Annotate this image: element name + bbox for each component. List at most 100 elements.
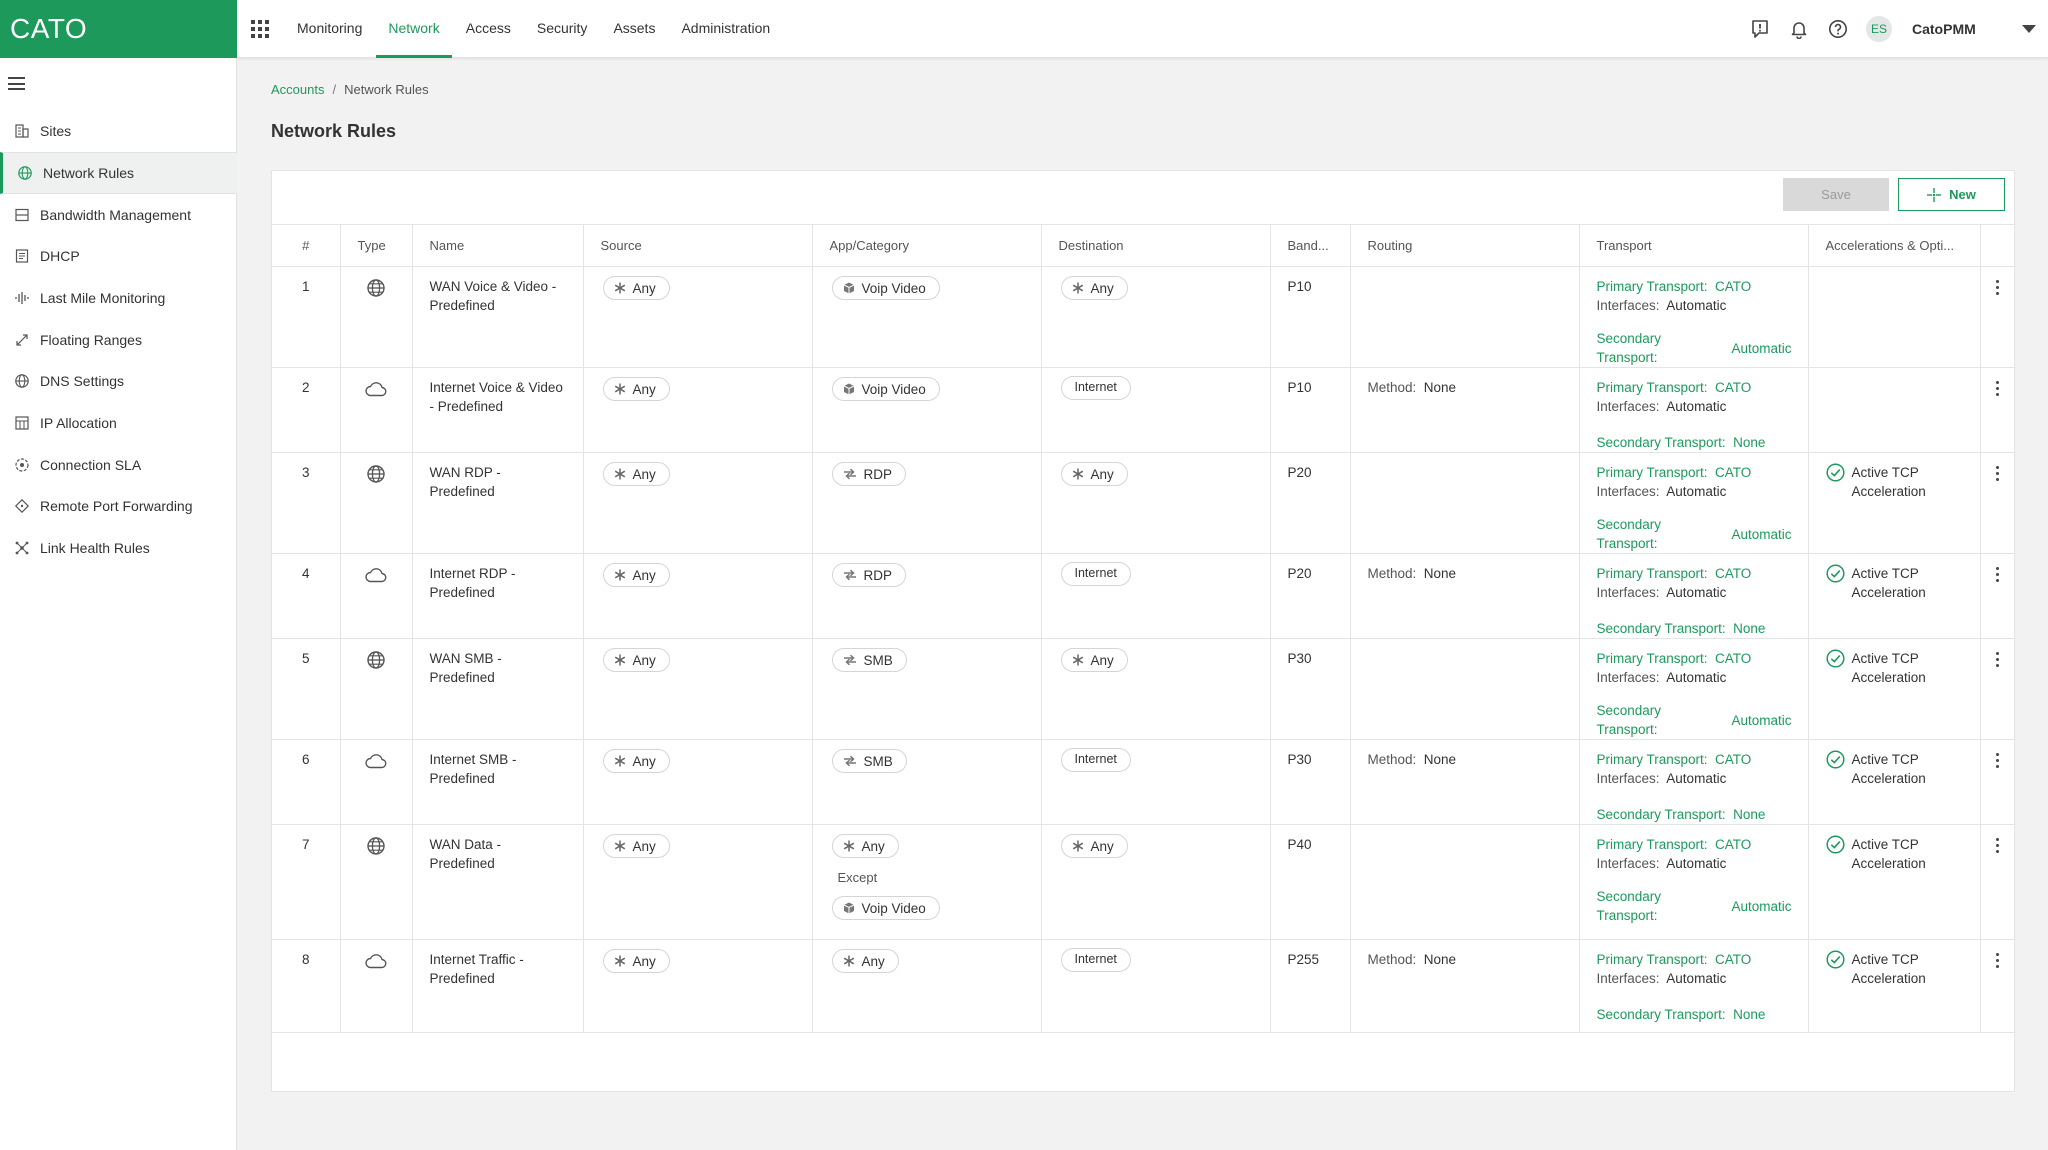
column-header[interactable]: Type [340,224,413,267]
column-header[interactable]: Band... [1270,224,1351,267]
sidebar-item-remote-port-forwarding[interactable]: Remote Port Forwarding [0,486,237,528]
breadcrumb-accounts-link[interactable]: Accounts [271,82,324,97]
sidebar-item-connection-sla[interactable]: Connection SLA [0,444,237,486]
kebab-menu-icon[interactable] [1981,753,2015,771]
source-chip[interactable]: Any [602,377,670,401]
alert-icon[interactable] [1749,18,1771,40]
interfaces-label: Interfaces: [1596,484,1660,499]
sidebar-item-network-rules[interactable]: Network Rules [0,151,237,194]
source-chip[interactable]: Any [602,834,670,858]
destination-chip[interactable]: Any [1060,834,1128,858]
kebab-menu-icon[interactable] [1981,567,2015,585]
nav-tab-monitoring[interactable]: Monitoring [285,0,374,58]
table-row[interactable]: 1 WAN Voice & Video - Predefined Any Voip Vi… [272,266,2015,368]
app-chip[interactable]: SMB [831,749,907,773]
sidebar-item-sites[interactable]: Sites [0,110,237,152]
nav-tab-administration[interactable]: Administration [669,0,782,58]
kebab-menu-icon[interactable] [1981,953,2015,971]
source-chip[interactable]: Any [602,648,670,672]
app-chip[interactable]: Any [831,834,899,858]
rule-name-cell[interactable]: WAN SMB - Predefined [412,638,584,740]
column-header[interactable]: App/Category [812,224,1042,267]
source-chip[interactable]: Any [602,276,670,300]
sidebar-item-label: Network Rules [43,164,135,181]
kebab-menu-icon[interactable] [1981,652,2015,670]
routing-method-value: None [1423,380,1457,395]
table-row[interactable]: 2 Internet Voice & Video - Predefined Any Vo… [272,367,2015,453]
destination-chip[interactable]: Internet [1060,561,1131,586]
rule-name-cell[interactable]: Internet Voice & Video - Predefined [412,367,584,453]
table-row[interactable]: 3 WAN RDP - Predefined Any RDP Any P20 Primary … [272,452,2015,554]
nav-tab-access[interactable]: Access [454,0,523,58]
destination-chip[interactable]: Any [1060,276,1128,300]
destination-chip[interactable]: Internet [1060,947,1131,972]
sidebar-item-last-mile-monitoring[interactable]: Last Mile Monitoring [0,277,237,319]
routing-cell [1350,638,1580,740]
rule-name-cell[interactable]: WAN Data - Predefined [412,824,584,940]
destination-chip[interactable]: Any [1060,648,1128,672]
avatar[interactable]: ES [1866,16,1892,42]
source-chip[interactable]: Any [602,949,670,973]
sidebar-item-link-health-rules[interactable]: Link Health Rules [0,527,237,569]
kebab-menu-icon[interactable] [1981,280,2015,298]
account-name[interactable]: CatoPMM [1912,21,2022,37]
source-chip[interactable]: Any [602,563,670,587]
rule-name-cell[interactable]: Internet SMB - Predefined [412,739,584,825]
sidebar-item-dns-settings[interactable]: DNS Settings [0,360,237,402]
rule-name-line-1: WAN RDP - [429,465,501,480]
app-chip[interactable]: Voip Video [831,377,940,401]
source-cell: Any [583,939,813,1033]
kebab-menu-icon[interactable] [1981,838,2015,856]
globe-icon [366,650,386,670]
sidebar-item-floating-ranges[interactable]: Floating Ranges [0,319,237,361]
destination-chip[interactable]: Internet [1060,747,1131,772]
table-row[interactable]: 7 WAN Data - Predefined Any Any Except Voip Vi… [272,824,2015,940]
app-chip[interactable]: RDP [831,462,907,486]
column-header[interactable]: # [272,224,341,267]
table-row[interactable]: 8 Internet Traffic - Predefined Any Any Inter… [272,939,2015,1033]
source-chip[interactable]: Any [602,749,670,773]
app-except-chip[interactable]: Voip Video [831,896,940,920]
nav-tab-network[interactable]: Network [376,0,452,58]
rule-name-cell[interactable]: Internet RDP - Predefined [412,553,584,639]
table-row[interactable]: 6 Internet SMB - Predefined Any SMB Internet P… [272,739,2015,825]
column-header[interactable]: Destination [1041,224,1271,267]
app-chip[interactable]: Voip Video [831,276,940,300]
nav-tab-security[interactable]: Security [525,0,600,58]
help-icon[interactable] [1827,18,1849,40]
bell-icon[interactable] [1788,18,1810,40]
secondary-transport-value: None [1733,807,1766,822]
rule-name-cell[interactable]: WAN RDP - Predefined [412,452,584,554]
destination-chip[interactable]: Internet [1060,375,1131,400]
new-rule-button[interactable]: New [1898,178,2005,211]
column-header[interactable]: Source [583,224,813,267]
sidebar-item-bandwidth-management[interactable]: Bandwidth Management [0,194,237,236]
routing-method-value: None [1423,752,1457,767]
column-header[interactable]: Transport [1579,224,1809,267]
cato-logo[interactable]: CATO [0,0,237,58]
sidebar-item-ip-allocation[interactable]: IP Allocation [0,402,237,444]
chevron-down-icon[interactable] [2022,25,2036,33]
app-chip[interactable]: Any [831,949,899,973]
kebab-menu-icon[interactable] [1981,466,2015,484]
source-chip[interactable]: Any [602,462,670,486]
chip-label: SMB [863,753,893,769]
table-row[interactable]: 5 WAN SMB - Predefined Any SMB Any P30 Primary … [272,638,2015,740]
app-chip[interactable]: SMB [831,648,907,672]
column-header[interactable]: Accelerations & Opti... [1808,224,1981,267]
column-header[interactable]: Name [412,224,584,267]
app-chip[interactable]: RDP [831,563,907,587]
kebab-menu-icon[interactable] [1981,381,2015,399]
column-header[interactable]: Routing [1350,224,1580,267]
destination-chip[interactable]: Any [1060,462,1128,486]
nav-tab-assets[interactable]: Assets [601,0,667,58]
save-button[interactable]: Save [1783,178,1889,211]
menu-icon[interactable] [8,77,25,90]
accelerations-cell: Active TCP Acceleration [1808,553,1981,639]
table-row[interactable]: 4 Internet RDP - Predefined Any RDP Internet P… [272,553,2015,639]
rule-name-cell[interactable]: Internet Traffic - Predefined [412,939,584,1033]
sidebar-item-dhcp[interactable]: DHCP [0,235,237,277]
rule-name-cell[interactable]: WAN Voice & Video - Predefined [412,266,584,368]
chip-label: Internet [1074,752,1117,766]
apps-grid-icon[interactable] [251,20,269,38]
